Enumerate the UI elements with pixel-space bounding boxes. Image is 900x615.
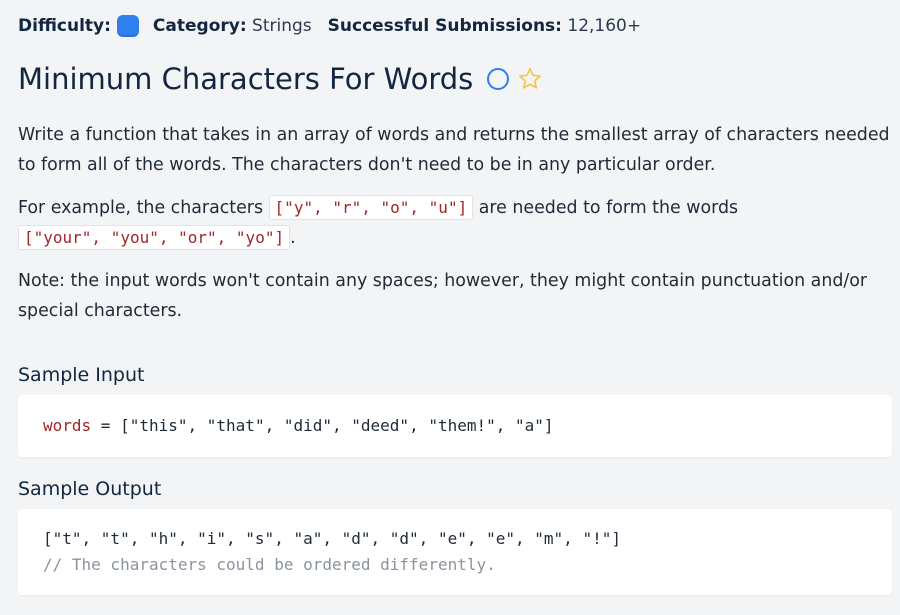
sample-input-heading: Sample Input xyxy=(18,364,145,386)
sample-output-code: ["t", "t", "h", "i", "s", "a", "d", "d",… xyxy=(18,509,892,595)
sample-input-value: ["this", "that", "did", "deed", "them!",… xyxy=(120,416,554,435)
example-text-middle: are needed to form the words xyxy=(473,198,739,218)
question-panel: Difficulty: Category: Strings Successful… xyxy=(0,0,900,615)
completion-circle-icon[interactable] xyxy=(487,68,510,90)
description-paragraph-3: Note: the input words won't contain any … xyxy=(18,271,868,321)
star-icon[interactable] xyxy=(517,66,543,92)
question-title: Minimum Characters For Words xyxy=(18,62,474,96)
sample-input-assign: = xyxy=(91,416,121,435)
sample-output-line: ["t", "t", "h", "i", "s", "a", "d", "d",… xyxy=(43,529,621,548)
sample-input-code: words = ["this", "that", "did", "deed", … xyxy=(18,395,892,457)
title-row: Minimum Characters For Words xyxy=(18,62,543,96)
submissions-label: Successful Submissions: xyxy=(327,16,562,36)
category-label: Category: xyxy=(152,16,247,36)
sample-output-heading: Sample Output xyxy=(18,478,162,500)
description-paragraph-2: For example, the characters ["y", "r", "… xyxy=(18,193,890,253)
example-characters-code: ["y", "r", "o", "u"] xyxy=(268,195,474,220)
sample-input-line: words = ["this", "that", "did", "deed", … xyxy=(43,416,554,435)
example-text-before: For example, the characters xyxy=(18,198,269,218)
difficulty-label: Difficulty: xyxy=(18,16,111,36)
sample-input-var: words xyxy=(43,416,92,435)
difficulty-badge-icon xyxy=(116,15,139,37)
category-value: Strings xyxy=(252,16,312,36)
sample-output-comment: // The characters could be ordered diffe… xyxy=(43,555,496,574)
submissions-value: 12,160+ xyxy=(567,16,642,36)
question-meta: Difficulty: Category: Strings Successful… xyxy=(18,14,641,38)
description-paragraph-1: Write a function that takes in an array … xyxy=(18,125,890,175)
example-text-after: . xyxy=(290,228,296,248)
example-words-code: ["your", "you", "or", "yo"] xyxy=(18,225,291,250)
